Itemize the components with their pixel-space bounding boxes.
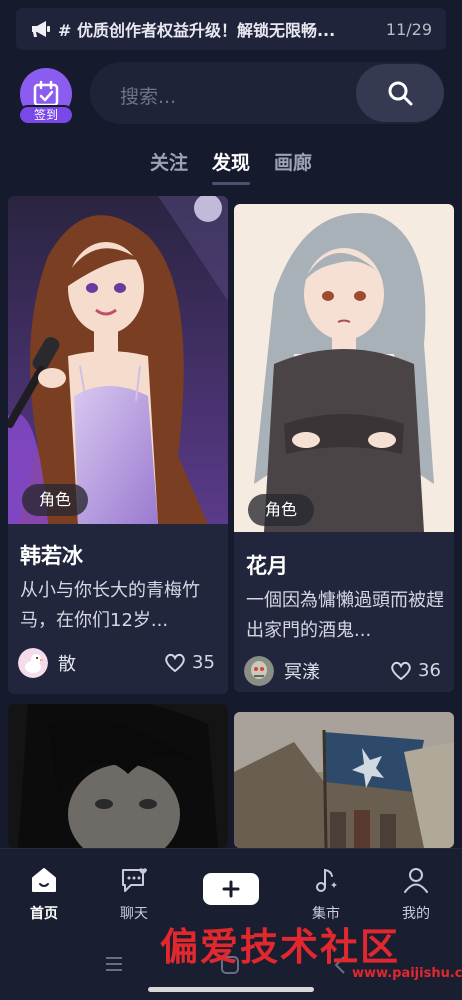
search-icon: [388, 81, 413, 106]
checkin-label: 签到: [18, 105, 74, 125]
character-description: 一個因為慵懶過頭而被趕出家門的酒鬼...: [246, 590, 444, 641]
role-tag: 角色: [248, 494, 314, 526]
announcement-bar[interactable]: # 优质创作者权益升级！解锁无限畅... 11/29: [16, 8, 446, 50]
author-name: 冥漾: [284, 662, 320, 683]
megaphone-icon: [32, 21, 50, 37]
user-icon: [404, 868, 428, 893]
heart-icon: [165, 653, 185, 672]
nav-chat-label: 聊天: [120, 906, 148, 922]
character-image: [8, 704, 228, 848]
author[interactable]: 冥漾: [244, 656, 320, 686]
announcement-counter: 11/29: [385, 19, 432, 39]
home-icon: [32, 868, 56, 892]
tab-discover[interactable]: 发现: [211, 148, 251, 188]
character-image: [8, 196, 228, 524]
feed-tabs: 关注 发现 画廊: [0, 148, 462, 188]
like-button[interactable]: 36: [390, 660, 441, 681]
character-name: 韩若冰: [20, 544, 83, 568]
announcement-text: # 优质创作者权益升级！解锁无限畅...: [58, 21, 336, 40]
character-card[interactable]: [8, 704, 228, 848]
author[interactable]: 散: [18, 648, 76, 678]
nav-me[interactable]: 我的: [386, 865, 446, 923]
tab-follow[interactable]: 关注: [150, 148, 188, 188]
character-name: 花月: [246, 554, 288, 578]
home-indicator[interactable]: [148, 987, 314, 992]
character-card[interactable]: [234, 712, 454, 848]
menu-icon[interactable]: [104, 955, 124, 973]
search-bar[interactable]: 搜索...: [90, 62, 444, 124]
music-note-icon: [316, 868, 337, 892]
character-image: [234, 204, 454, 532]
character-description: 从小与你长大的青梅竹马，在你们12岁...: [20, 580, 200, 631]
tab-gallery[interactable]: 画廊: [274, 148, 312, 188]
nav-market[interactable]: 集市: [296, 865, 356, 923]
chat-icon: [122, 868, 147, 892]
search-input[interactable]: 搜索...: [120, 82, 176, 109]
nav-home[interactable]: 首页: [14, 865, 74, 923]
search-button[interactable]: [356, 64, 444, 122]
like-count: 35: [192, 652, 215, 673]
watermark-title: 偏爱技术社区: [160, 924, 401, 969]
nav-chat[interactable]: 聊天: [104, 865, 164, 923]
role-tag: 角色: [22, 484, 88, 516]
like-count: 36: [418, 660, 441, 681]
watermark-url: www.paijishu.com: [352, 966, 462, 981]
nav-home-label: 首页: [30, 906, 58, 922]
create-button[interactable]: [203, 873, 259, 905]
checkin-button[interactable]: 签到: [18, 68, 74, 125]
character-card[interactable]: 角色 韩若冰 从小与你长大的青梅竹马，在你们12岁... 散 35: [8, 196, 228, 694]
plus-icon: [222, 880, 240, 898]
like-button[interactable]: 35: [164, 652, 215, 673]
author-name: 散: [58, 654, 76, 675]
avatar: [18, 648, 48, 678]
heart-icon: [391, 661, 411, 680]
avatar: [244, 656, 274, 686]
character-card[interactable]: 角色 花月 一個因為慵懶過頭而被趕出家門的酒鬼... 冥漾 36: [234, 204, 454, 692]
character-image: [234, 712, 454, 848]
